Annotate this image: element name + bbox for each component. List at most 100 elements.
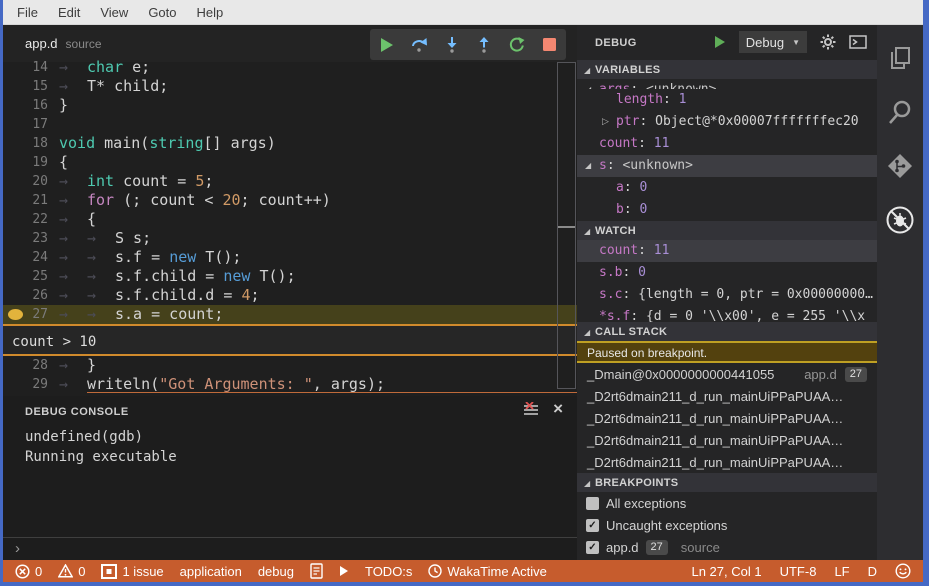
step-out-button[interactable] bbox=[472, 33, 496, 57]
clear-console-icon[interactable] bbox=[523, 402, 539, 416]
tab-appd[interactable]: app.d source bbox=[25, 25, 102, 62]
section-header-watch[interactable]: ◢ WATCH bbox=[577, 221, 877, 240]
warning-icon bbox=[58, 564, 74, 578]
code-token: writeln( bbox=[87, 375, 160, 393]
tab-whitespace-arrow: → bbox=[87, 267, 97, 285]
status-item-0[interactable]: 0 bbox=[15, 564, 42, 579]
variable-name: length bbox=[616, 92, 663, 107]
console-repl-input[interactable]: › bbox=[3, 537, 577, 558]
collapse-icon: ◢ bbox=[585, 161, 592, 170]
checkbox-icon[interactable]: ✓ bbox=[586, 518, 599, 532]
tab-whitespace-arrow: → bbox=[59, 267, 69, 285]
continue-button[interactable] bbox=[374, 33, 398, 57]
menu-goto[interactable]: Goto bbox=[138, 0, 186, 25]
status-item-d[interactable]: D bbox=[868, 564, 877, 579]
breakpoint-condition-input[interactable]: count > 10 bbox=[3, 324, 577, 356]
variable-row-s[interactable]: ◢ s: <unknown> bbox=[577, 155, 877, 177]
variable-row-ptr[interactable]: ▷ ptr: Object@*0x00007fffffffec20 bbox=[577, 111, 877, 133]
code-line-16: 16} bbox=[3, 96, 577, 115]
watch-row-sb[interactable]: s.b: 0 bbox=[577, 262, 877, 284]
code-token: (; count < bbox=[114, 191, 223, 209]
status-item-1-issue[interactable]: 1 issue bbox=[101, 563, 164, 579]
variable-row-args[interactable]: ◢ args: <unknown> bbox=[577, 79, 877, 89]
search-icon[interactable] bbox=[885, 97, 915, 127]
code-area[interactable]: 14 → char e; 15 → T* child; 16} 17 18 void main(s… bbox=[3, 58, 577, 394]
breakpoint-item[interactable]: ✓ Uncaught exceptions bbox=[577, 514, 877, 536]
colon: : bbox=[638, 136, 654, 151]
watch-row-count[interactable]: count: 11 bbox=[577, 240, 877, 262]
section-header-breakpoints[interactable]: ◢ BREAKPOINTS bbox=[577, 473, 877, 492]
breakpoint-icon[interactable] bbox=[8, 309, 23, 320]
menu-help[interactable]: Help bbox=[187, 0, 234, 25]
stack-frame[interactable]: _D2rt6dmain211_d_run_mainUiPPaPUAA… bbox=[577, 451, 877, 473]
source-control-icon[interactable] bbox=[885, 151, 915, 181]
stop-button[interactable] bbox=[538, 33, 562, 57]
paused-status: Paused on breakpoint. bbox=[577, 341, 877, 363]
watch-row-sf[interactable]: *s.f: {d = 0 '\\x00', e = 255 '\\x bbox=[577, 306, 877, 322]
code-line-15: 15 → T* child; bbox=[3, 77, 577, 96]
close-icon[interactable]: × bbox=[553, 400, 563, 417]
checkbox-icon[interactable]: ✓ bbox=[586, 540, 599, 554]
status-item-utf-8[interactable]: UTF-8 bbox=[780, 564, 817, 579]
stack-frame[interactable]: _D2rt6dmain211_d_run_mainUiPPaPUAA… bbox=[577, 407, 877, 429]
status-item-application[interactable]: application bbox=[180, 564, 242, 579]
breakpoint-suffix: source bbox=[680, 539, 720, 555]
debug-config-dropdown[interactable]: Debug ▼ bbox=[738, 31, 807, 53]
code-line-29: 29 → writeln("Got Arguments: ", args); bbox=[3, 375, 577, 394]
menu-file[interactable]: File bbox=[7, 0, 48, 25]
variable-value: {d = 0 '\\x00', e = 255 '\\x bbox=[645, 309, 866, 322]
breakpoint-item[interactable]: ✓ app.d 27 source bbox=[577, 536, 877, 558]
explorer-icon[interactable] bbox=[885, 43, 915, 73]
variable-row-length[interactable]: length: 1 bbox=[577, 89, 877, 111]
tab-whitespace-arrow: → bbox=[87, 229, 97, 247]
status-item-run[interactable] bbox=[339, 565, 349, 577]
tab-hint: source bbox=[65, 36, 102, 51]
console-output-line: Running executable bbox=[25, 449, 177, 465]
code-line-14: 14 → char e; bbox=[3, 58, 577, 77]
colon: : bbox=[622, 287, 639, 302]
clipped-row: ◢ args: <unknown> bbox=[577, 79, 877, 89]
step-into-button[interactable] bbox=[440, 33, 464, 57]
restart-button[interactable] bbox=[505, 33, 529, 57]
status-label: 1 issue bbox=[122, 563, 164, 579]
status-item-smiley[interactable] bbox=[895, 563, 911, 579]
variable-row-count[interactable]: count: 11 bbox=[577, 133, 877, 155]
call-stack-list: _Dmain@0x0000000000441055 app.d 27 _D2rt6dm… bbox=[577, 363, 877, 473]
status-item-wakatime-active[interactable]: WakaTime Active bbox=[428, 564, 547, 579]
code-text: →{ bbox=[59, 210, 96, 228]
status-item-0[interactable]: 0 bbox=[58, 564, 85, 579]
open-console-icon[interactable] bbox=[849, 35, 867, 49]
code-token: T* child; bbox=[87, 77, 169, 95]
debug-icon[interactable] bbox=[885, 205, 915, 235]
status-item-lf[interactable]: LF bbox=[834, 564, 849, 579]
menu-edit[interactable]: Edit bbox=[48, 0, 90, 25]
status-item-doc[interactable] bbox=[310, 563, 323, 579]
breakpoint-item[interactable]: All exceptions bbox=[577, 492, 877, 514]
code-token: main( bbox=[95, 134, 150, 152]
watch-row-sc[interactable]: s.c: {length = 0, ptr = 0x00000000… bbox=[577, 284, 877, 306]
stack-frame[interactable]: _Dmain@0x0000000000441055 app.d 27 bbox=[577, 363, 877, 385]
status-item-debug[interactable]: debug bbox=[258, 564, 294, 579]
stack-frame[interactable]: _D2rt6dmain211_d_run_mainUiPPaPUAA… bbox=[577, 429, 877, 451]
tab-whitespace-arrow: → bbox=[59, 248, 69, 266]
status-label: UTF-8 bbox=[779, 563, 817, 579]
code-text: → → S s; bbox=[59, 229, 151, 247]
status-item-ln-27-col-1[interactable]: Ln 27, Col 1 bbox=[691, 564, 761, 579]
frame-function: _D2rt6dmain211_d_run_mainUiPPaPUAA… bbox=[587, 410, 844, 426]
checkbox-icon[interactable] bbox=[586, 496, 599, 510]
variable-name: count bbox=[599, 136, 639, 151]
start-debug-icon[interactable] bbox=[713, 35, 726, 49]
status-item-todo-s[interactable]: TODO:s bbox=[365, 564, 412, 579]
section-header-variables[interactable]: ◢ VARIABLES bbox=[577, 60, 877, 79]
step-over-button[interactable] bbox=[407, 33, 431, 57]
tab-whitespace-arrow: → bbox=[59, 191, 69, 209]
code-token: } bbox=[59, 96, 69, 114]
variable-row-b[interactable]: b: 0 bbox=[577, 199, 877, 221]
variable-value: 0 bbox=[639, 180, 648, 195]
section-header-call-stack[interactable]: ◢ CALL STACK bbox=[577, 322, 877, 341]
gear-icon[interactable] bbox=[820, 34, 836, 50]
breakpoint-line-badge: 27 bbox=[645, 539, 668, 555]
stack-frame[interactable]: _D2rt6dmain211_d_run_mainUiPPaPUAA… bbox=[577, 385, 877, 407]
menu-view[interactable]: View bbox=[90, 0, 138, 25]
variable-row-a[interactable]: a: 0 bbox=[577, 177, 877, 199]
